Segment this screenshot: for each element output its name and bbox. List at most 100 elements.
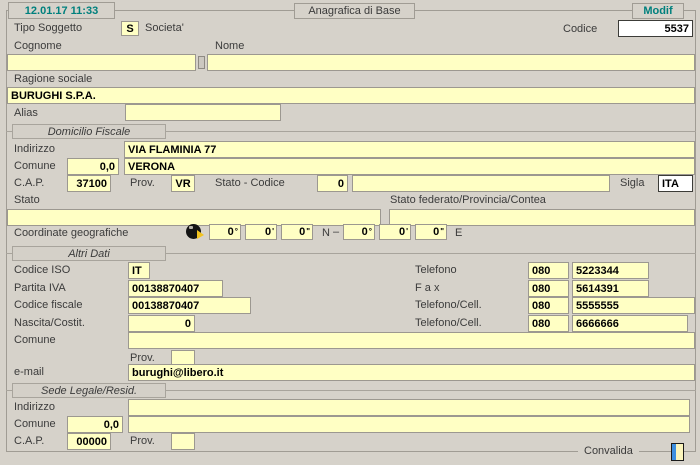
nascita-value: 0 xyxy=(185,318,191,330)
tipo-soggetto-field[interactable]: S xyxy=(121,21,139,36)
globe-icon[interactable] xyxy=(186,224,201,239)
cell2-prefix-field[interactable]: 080 xyxy=(528,315,569,332)
modif-button-label: Modif xyxy=(643,5,672,17)
sec-symbol: " xyxy=(440,229,444,235)
cap-field[interactable]: 37100 xyxy=(67,175,111,192)
stato-codice-field[interactable]: 0 xyxy=(317,175,348,192)
indirizzo-label: Indirizzo xyxy=(14,143,55,155)
comune-altri-label: Comune xyxy=(14,334,56,346)
cap-sede-value: 00000 xyxy=(76,436,107,448)
deg-symbol: ° xyxy=(369,229,372,235)
email-field[interactable]: burughi@libero.it xyxy=(128,364,695,381)
page-title: Anagrafica di Base xyxy=(308,5,400,17)
cell1-prefix-field[interactable]: 080 xyxy=(528,297,569,314)
comune-field[interactable]: VERONA xyxy=(124,158,695,175)
cap-label: C.A.P. xyxy=(14,177,44,189)
comune-code-value: 0,0 xyxy=(100,161,115,173)
comune-code-field[interactable]: 0,0 xyxy=(67,158,119,175)
telefono-number-field[interactable]: 5223344 xyxy=(572,262,649,279)
cognome-field[interactable] xyxy=(7,54,196,71)
lon-min-field[interactable]: 0' xyxy=(379,224,411,240)
min-symbol: ' xyxy=(272,229,274,235)
cap-sede-field[interactable]: 00000 xyxy=(67,433,111,450)
indirizzo-value: VIA FLAMINIA 77 xyxy=(128,144,216,156)
prov-altri-label: Prov. xyxy=(130,352,155,364)
cell2-number-value: 6666666 xyxy=(576,318,619,330)
cognome-label: Cognome xyxy=(14,40,62,52)
fax-label: F a x xyxy=(415,282,439,294)
cell2-number-field[interactable]: 6666666 xyxy=(572,315,688,332)
codice-fiscale-value: 00138870407 xyxy=(132,300,199,312)
coordinate-label: Coordinate geografiche xyxy=(14,227,128,239)
comune-sede-label: Comune xyxy=(14,418,56,430)
prov-field[interactable]: VR xyxy=(171,175,195,192)
codice-value: 5537 xyxy=(665,23,689,35)
timestamp-box: 12.01.17 11:33 xyxy=(8,2,115,19)
comune-sede-code-field[interactable]: 0,0 xyxy=(67,416,123,433)
telefono-number-value: 5223344 xyxy=(576,265,619,277)
codice-fiscale-field[interactable]: 00138870407 xyxy=(128,297,251,314)
lat-direction: N xyxy=(322,227,330,239)
stato-codice-value: 0 xyxy=(338,178,344,190)
telefono-label: Telefono xyxy=(415,264,457,276)
alias-field[interactable] xyxy=(125,104,281,121)
prov-value: VR xyxy=(175,178,190,190)
alias-label: Alias xyxy=(14,107,38,119)
lon-sec-value: 0 xyxy=(433,226,439,238)
nascita-label: Nascita/Costit. xyxy=(14,317,85,329)
cell1-number-value: 5555555 xyxy=(576,300,619,312)
nome-field[interactable] xyxy=(207,54,695,71)
cell1-label: Telefono/Cell. xyxy=(415,299,482,311)
convalida-icon[interactable] xyxy=(671,443,684,461)
sede-legale-section-header: Sede Legale/Resid. xyxy=(12,383,166,398)
lon-deg-field[interactable]: 0° xyxy=(343,224,375,240)
deg-symbol: ° xyxy=(235,229,238,235)
codice-iso-label: Codice ISO xyxy=(14,264,70,276)
codice-field[interactable]: 5537 xyxy=(618,20,693,37)
nascita-field[interactable]: 0 xyxy=(128,315,195,332)
lat-deg-field[interactable]: 0° xyxy=(209,224,241,240)
sede-legale-section-title: Sede Legale/Resid. xyxy=(41,385,137,397)
sigla-value: ITA xyxy=(662,178,679,190)
domicilio-section-header: Domicilio Fiscale xyxy=(12,124,166,139)
comune-altri-field[interactable] xyxy=(128,332,695,349)
tipo-soggetto-descr: Societa' xyxy=(145,22,184,34)
fax-prefix-field[interactable]: 080 xyxy=(528,280,569,297)
prov-sede-field[interactable] xyxy=(171,433,195,450)
email-value: burughi@libero.it xyxy=(132,367,223,379)
lat-min-value: 0 xyxy=(265,226,271,238)
stato-codice-label: Stato - Codice xyxy=(215,177,285,189)
nome-label: Nome xyxy=(215,40,244,52)
indirizzo-sede-field[interactable] xyxy=(128,399,690,416)
sigla-label: Sigla xyxy=(620,177,644,189)
indirizzo-field[interactable]: VIA FLAMINIA 77 xyxy=(124,141,695,158)
modif-button[interactable]: Modif xyxy=(632,3,684,19)
partita-iva-label: Partita IVA xyxy=(14,282,66,294)
ragione-sociale-field[interactable]: BURUGHI S.P.A. xyxy=(7,87,695,104)
domicilio-section-title: Domicilio Fiscale xyxy=(48,126,131,138)
cell2-prefix-value: 080 xyxy=(532,318,550,330)
ragione-sociale-label: Ragione sociale xyxy=(14,73,92,85)
altri-dati-section-title: Altri Dati xyxy=(68,248,110,260)
min-symbol: ' xyxy=(406,229,408,235)
lat-sec-field[interactable]: 0" xyxy=(281,224,313,240)
codice-label: Codice xyxy=(563,23,597,35)
lon-sec-field[interactable]: 0" xyxy=(415,224,447,240)
comune-sede-field[interactable] xyxy=(128,416,690,433)
codice-iso-field[interactable]: IT xyxy=(128,262,150,279)
lat-min-field[interactable]: 0' xyxy=(245,224,277,240)
page-title-box: Anagrafica di Base xyxy=(294,3,415,19)
stato-codice-name-field[interactable] xyxy=(352,175,610,192)
fax-number-value: 5614391 xyxy=(576,283,619,295)
coordinate-dash: – xyxy=(333,226,339,238)
sigla-field[interactable]: ITA xyxy=(658,175,693,192)
lat-sec-value: 0 xyxy=(299,226,305,238)
telefono-prefix-field[interactable]: 080 xyxy=(528,262,569,279)
partita-iva-value: 00138870407 xyxy=(132,283,199,295)
cell1-prefix-value: 080 xyxy=(532,300,550,312)
lon-min-value: 0 xyxy=(399,226,405,238)
sec-symbol: " xyxy=(306,229,310,235)
fax-number-field[interactable]: 5614391 xyxy=(572,280,649,297)
partita-iva-field[interactable]: 00138870407 xyxy=(128,280,223,297)
cell1-number-field[interactable]: 5555555 xyxy=(572,297,695,314)
